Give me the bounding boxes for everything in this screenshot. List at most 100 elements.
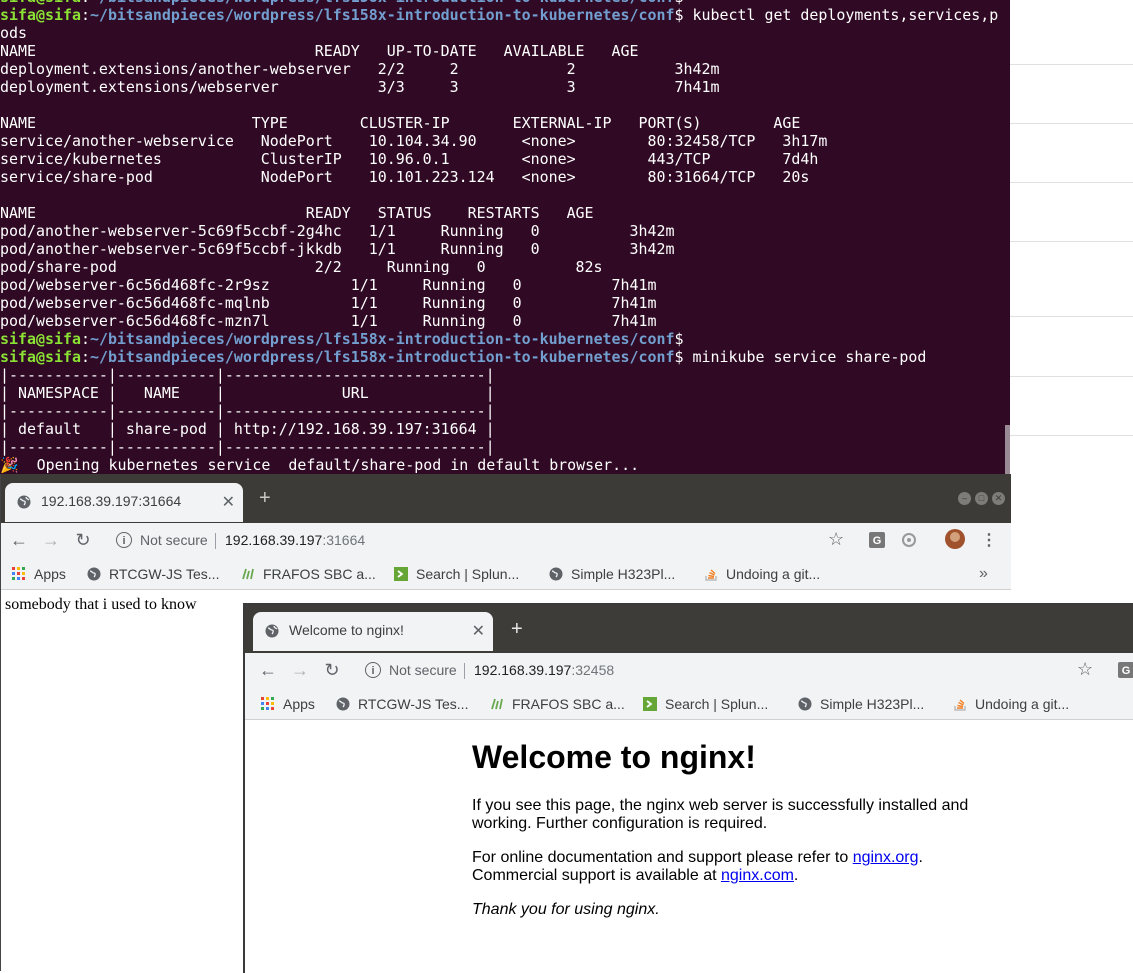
bookmark-simple-h323[interactable]: Simple H323Pl... [549, 566, 675, 582]
nginx-welcome: Welcome to nginx! If you see this page, … [472, 720, 992, 935]
close-tab-icon[interactable]: ✕ [222, 492, 235, 512]
globe-icon [265, 624, 279, 638]
minimize-icon[interactable]: – [958, 492, 971, 505]
terminal-line: pod/webserver-6c56d468fc-mqlnb 1/1 Runni… [0, 294, 657, 312]
back-arrow-icon[interactable]: ← [257, 660, 279, 681]
new-tab-button[interactable]: + [259, 488, 271, 508]
nginx-com-link[interactable]: nginx.com [721, 867, 794, 884]
bookmark-rtcgw[interactable]: RTCGW-JS Tes... [336, 696, 468, 712]
terminal-line: | default | share-pod | http://192.168.3… [0, 420, 495, 438]
back-arrow-icon[interactable]: ← [8, 530, 30, 551]
terminal-window[interactable]: sifa@sifa:~/bitsandpieces/wordpress/lfs1… [0, 0, 1010, 474]
terminal-scrollbar[interactable] [1005, 425, 1010, 474]
terminal-line: service/share-pod NodePort 10.101.223.12… [0, 168, 810, 186]
globe-icon [17, 495, 31, 509]
bookmark-splunk[interactable]: Search | Splun... [394, 566, 519, 582]
menu-dots-icon[interactable]: ⋮ [981, 530, 997, 550]
omnibox-separator [215, 533, 216, 549]
apps-grid-icon [261, 697, 274, 710]
bookmark-apps[interactable]: Apps [261, 696, 315, 712]
thanks-paragraph: Thank you for using nginx. [472, 901, 660, 918]
info-icon[interactable]: i [365, 662, 381, 678]
apps-grid-icon [12, 567, 25, 580]
bookmark-rtcgw[interactable]: RTCGW-JS Tes... [87, 566, 219, 582]
new-tab-button[interactable]: + [511, 619, 523, 639]
bookmarks-bar: Apps RTCGW-JS Tes... FRAFOS SBC a... Sea… [245, 689, 1133, 720]
bookmark-frafos[interactable]: FRAFOS SBC a... [241, 566, 376, 582]
address-bar[interactable]: i Not secure 192.168.39.197:31664 [116, 527, 816, 555]
omnibox-separator [464, 663, 465, 679]
terminal-line: service/another-webservice NodePort 10.1… [0, 132, 828, 150]
tab-share-pod[interactable]: 192.168.39.197:31664 ✕ [5, 483, 243, 522]
bookmark-simple-h323[interactable]: Simple H323Pl... [798, 696, 924, 712]
more-bookmarks-icon[interactable]: » [979, 565, 988, 583]
frafos-icon [491, 698, 503, 710]
address-bar[interactable]: i Not secure 192.168.39.197:32458 [365, 657, 1065, 685]
terminal-line: NAME READY STATUS RESTARTS AGE [0, 204, 594, 222]
page-text: somebody that i used to know [5, 596, 197, 613]
terminal-line: pod/share-pod 2/2 Running 0 82s [0, 258, 603, 276]
globe-icon [798, 697, 812, 711]
terminal-line: deployment.extensions/webserver 3/3 3 3 … [0, 78, 720, 96]
globe-icon [549, 567, 563, 581]
terminal-line: deployment.extensions/another-webserver … [0, 60, 720, 78]
tab-strip: Welcome to nginx! ✕ + [245, 605, 1133, 653]
terminal-output: sifa@sifa:~/bitsandpieces/wordpress/lfs1… [0, 0, 998, 474]
background-divider [1010, 376, 1133, 377]
bookmark-splunk[interactable]: Search | Splun... [643, 696, 768, 712]
nginx-org-link[interactable]: nginx.org [853, 849, 919, 866]
profile-avatar[interactable] [945, 529, 965, 549]
globe-icon [87, 567, 101, 581]
terminal-line: pod/another-webserver-5c69f5ccbf-2g4hc 1… [0, 222, 675, 240]
forward-arrow-icon[interactable]: → [40, 530, 62, 551]
tab-title: 192.168.39.197:31664 [41, 493, 182, 509]
tab-nginx[interactable]: Welcome to nginx! ✕ [253, 612, 493, 651]
terminal-line: |-----------|-----------|---------------… [0, 438, 495, 456]
terminal-line: |-----------|-----------|---------------… [0, 366, 495, 384]
close-window-icon[interactable]: ✕ [992, 492, 1005, 505]
bookmark-frafos[interactable]: FRAFOS SBC a... [490, 696, 625, 712]
intro-paragraph: If you see this page, the nginx web serv… [472, 797, 969, 832]
tab-title: Welcome to nginx! [289, 622, 404, 638]
terminal-line: pod/webserver-6c56d468fc-2r9sz 1/1 Runni… [0, 276, 657, 294]
close-tab-icon[interactable]: ✕ [472, 621, 485, 641]
maximize-icon[interactable]: □ [975, 492, 988, 505]
bookmark-star-icon[interactable]: ☆ [1077, 659, 1093, 680]
page-heading: Welcome to nginx! [472, 739, 756, 775]
terminal-line: pod/webserver-6c56d468fc-mzn7l 1/1 Runni… [0, 312, 657, 330]
svg-text:G: G [1122, 665, 1131, 677]
bookmark-apps[interactable]: Apps [12, 566, 66, 582]
frafos-icon [242, 568, 254, 580]
bookmark-undoing-git[interactable]: Undoing a git... [704, 566, 820, 582]
browser-toolbar: ← → ↻ i Not secure 192.168.39.197:32458 … [245, 653, 1133, 689]
terminal-line: sifa@sifa:~/bitsandpieces/wordpress/lfs1… [0, 330, 684, 348]
grammarly-extension-icon[interactable]: G [869, 532, 885, 548]
background-divider [1010, 123, 1133, 124]
background-divider [1010, 435, 1133, 436]
not-secure-label: Not secure [389, 662, 457, 678]
bookmark-star-icon[interactable]: ☆ [828, 529, 844, 550]
page-content: Welcome to nginx! If you see this page, … [245, 720, 1133, 973]
reload-icon[interactable]: ↻ [321, 660, 343, 681]
svg-text:G: G [873, 535, 882, 547]
splunk-icon [394, 567, 408, 581]
stackoverflow-icon [705, 569, 717, 581]
url-text[interactable]: 192.168.39.197:31664 [225, 532, 365, 548]
splunk-icon [643, 697, 657, 711]
forward-arrow-icon[interactable]: → [289, 660, 311, 681]
info-icon[interactable]: i [116, 532, 132, 548]
terminal-line: service/kubernetes ClusterIP 10.96.0.1 <… [0, 150, 819, 168]
url-text[interactable]: 192.168.39.197:32458 [474, 662, 614, 678]
bookmark-undoing-git[interactable]: Undoing a git... [953, 696, 1069, 712]
terminal-line: |-----------|-----------|---------------… [0, 402, 495, 420]
grammarly-extension-icon[interactable]: G [1118, 662, 1133, 678]
browser-toolbar: ← → ↻ i Not secure 192.168.39.197:31664 … [1, 523, 1011, 559]
reload-icon[interactable]: ↻ [72, 530, 94, 551]
background-divider [1010, 241, 1133, 242]
browser-window-nginx[interactable]: Welcome to nginx! ✕ + ← → ↻ i Not secure… [243, 603, 1133, 973]
extension-icon[interactable] [901, 532, 917, 548]
support-paragraph: For online documentation and support ple… [472, 849, 923, 884]
not-secure-label: Not secure [140, 532, 208, 548]
stackoverflow-icon [954, 699, 966, 711]
